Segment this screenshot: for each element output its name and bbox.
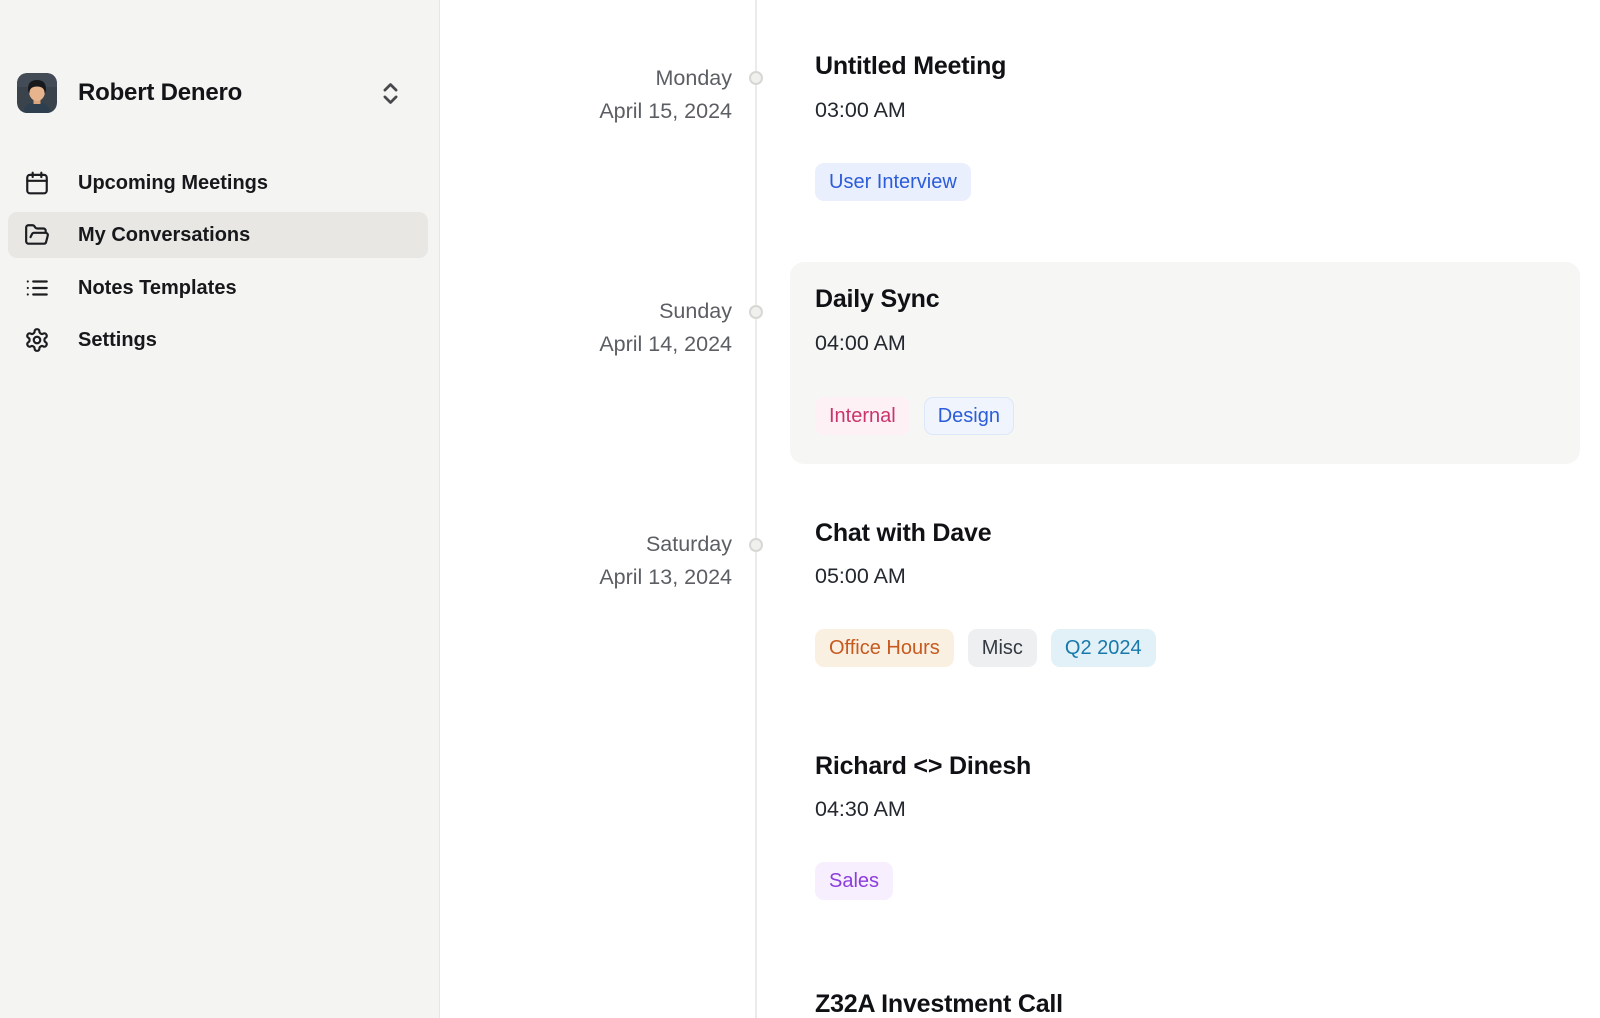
tag-office-hours[interactable]: Office Hours (815, 629, 954, 667)
timeline-dot (749, 538, 763, 552)
tag-user-interview[interactable]: User Interview (815, 163, 971, 201)
meeting-time: 05:00 AM (815, 564, 906, 589)
calendar-icon (24, 170, 50, 196)
sidebar-item-upcoming-meetings[interactable]: Upcoming Meetings (8, 160, 428, 206)
meeting-tags: Office Hours Misc Q2 2024 (815, 629, 1156, 667)
timeline-date-label: April 15, 2024 (462, 95, 732, 128)
tag-design[interactable]: Design (924, 397, 1014, 435)
meeting-title[interactable]: Daily Sync (815, 285, 939, 314)
meeting-time: 04:00 AM (815, 331, 906, 356)
meeting-tags: User Interview (815, 163, 971, 201)
timeline-date: Saturday April 13, 2024 (462, 528, 732, 594)
tag-internal[interactable]: Internal (815, 397, 910, 435)
tag-misc[interactable]: Misc (968, 629, 1037, 667)
sidebar-item-label: My Conversations (78, 224, 250, 247)
list-icon (24, 275, 50, 301)
timeline-dot (749, 305, 763, 319)
user-profile[interactable]: Robert Denero (0, 73, 440, 113)
meeting-time: 04:30 AM (815, 797, 906, 822)
meeting-time: 03:00 AM (815, 98, 906, 123)
timeline-date: Monday April 15, 2024 (462, 62, 732, 128)
sidebar-item-notes-templates[interactable]: Notes Templates (8, 265, 428, 311)
tag-sales[interactable]: Sales (815, 862, 893, 900)
conversations-timeline: Monday April 15, 2024 Sunday April 14, 2… (441, 0, 1600, 1018)
meeting-tags: Internal Design (815, 397, 1014, 435)
meeting-title[interactable]: Chat with Dave (815, 519, 991, 548)
sidebar-item-label: Settings (78, 329, 157, 352)
meeting-title[interactable]: Z32A Investment Call (815, 990, 1063, 1018)
timeline-date-label: April 13, 2024 (462, 561, 732, 594)
meeting-notes-app: Robert Denero Upcoming Meetings My Conve… (0, 0, 1600, 1018)
sidebar-item-my-conversations[interactable]: My Conversations (8, 212, 428, 258)
folder-open-icon (24, 222, 50, 248)
timeline-date-label: April 14, 2024 (462, 328, 732, 361)
tag-q2-2024[interactable]: Q2 2024 (1051, 629, 1156, 667)
avatar (17, 73, 57, 113)
meeting-tags: Sales (815, 862, 893, 900)
timeline-dot (749, 71, 763, 85)
sidebar: Robert Denero Upcoming Meetings My Conve… (0, 0, 440, 1018)
timeline-day-label: Monday (462, 62, 732, 95)
meeting-title[interactable]: Richard <> Dinesh (815, 752, 1031, 781)
meeting-title[interactable]: Untitled Meeting (815, 52, 1006, 81)
sidebar-item-label: Upcoming Meetings (78, 172, 268, 195)
timeline-day-label: Sunday (462, 295, 732, 328)
gear-icon (24, 327, 50, 353)
chevrons-up-down-icon[interactable] (377, 80, 404, 107)
timeline-date: Sunday April 14, 2024 (462, 295, 732, 361)
sidebar-item-settings[interactable]: Settings (8, 317, 428, 363)
user-name: Robert Denero (78, 79, 242, 107)
sidebar-item-label: Notes Templates (78, 277, 237, 300)
timeline-day-label: Saturday (462, 528, 732, 561)
timeline-line (755, 0, 757, 1018)
